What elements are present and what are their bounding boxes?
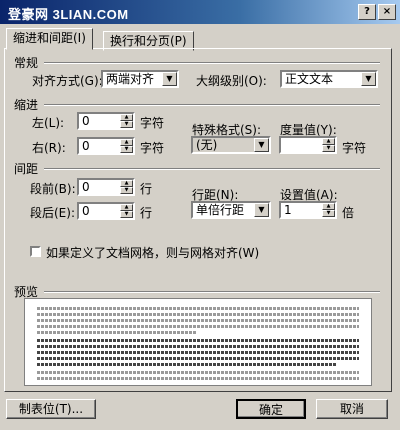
cancel-button[interactable]: 取消 <box>316 399 388 419</box>
chevron-down-icon[interactable]: ▼ <box>162 72 177 86</box>
help-button[interactable]: ? <box>358 4 376 20</box>
preview-previous-paragraph-line <box>37 331 197 334</box>
chevron-down-icon[interactable]: ▼ <box>254 138 269 152</box>
preview-previous-paragraph-line <box>37 325 359 328</box>
spacing-after-input[interactable]: 0 ▲ ▼ <box>77 202 135 220</box>
preview-next-paragraph-line <box>37 371 359 374</box>
line-spacing-select[interactable]: 单倍行距 ▼ <box>191 201 271 219</box>
general-heading: 常规 <box>14 56 39 70</box>
preview-current-paragraph-line <box>37 363 337 366</box>
spacing-at-unit: 倍 <box>342 206 355 220</box>
spacing-before-label: 段前(B): <box>30 182 76 196</box>
spacing-after-spinner[interactable]: ▲ ▼ <box>120 204 133 218</box>
indent-left-spinner[interactable]: ▲ ▼ <box>120 114 133 128</box>
indent-left-value: 0 <box>82 114 90 128</box>
indent-right-unit: 字符 <box>140 141 165 155</box>
spacing-after-label: 段后(E): <box>30 206 75 220</box>
outline-level-value: 正文文本 <box>285 72 334 86</box>
spacing-before-input[interactable]: 0 ▲ ▼ <box>77 178 135 196</box>
alignment-label: 对齐方式(G): <box>32 74 103 88</box>
preview-previous-paragraph-line <box>37 313 359 316</box>
indent-by-input[interactable]: ▲ ▼ <box>279 136 337 154</box>
preview-previous-paragraph-line <box>37 319 359 322</box>
preview-divider <box>44 291 380 293</box>
indent-heading: 缩进 <box>14 98 39 112</box>
indent-left-label: 左(L): <box>32 116 65 130</box>
preview-current-paragraph-line <box>37 351 359 354</box>
chevron-down-icon[interactable]: ▼ <box>254 203 269 217</box>
spacing-divider <box>44 168 380 170</box>
spacing-after-value: 0 <box>82 204 90 218</box>
snap-to-grid-label[interactable]: 如果定义了文档网格，则与网格对齐(W) <box>46 244 259 261</box>
alignment-value: 两端对齐 <box>106 72 155 86</box>
indent-by-unit: 字符 <box>342 141 367 155</box>
spacing-before-value: 0 <box>82 180 90 194</box>
spacing-before-unit: 行 <box>140 182 153 196</box>
snap-to-grid-checkbox[interactable] <box>30 246 41 257</box>
general-divider <box>44 62 380 64</box>
indent-left-unit: 字符 <box>140 116 165 130</box>
spacing-heading: 间距 <box>14 162 39 176</box>
preview-previous-paragraph-line <box>37 307 359 310</box>
spacing-after-unit: 行 <box>140 206 153 220</box>
line-spacing-value: 单倍行距 <box>196 203 245 217</box>
indent-right-value: 0 <box>82 139 90 153</box>
indent-right-input[interactable]: 0 ▲ ▼ <box>77 137 135 155</box>
preview-pane <box>24 298 372 386</box>
chevron-down-icon[interactable]: ▼ <box>361 72 376 86</box>
preview-current-paragraph-line <box>37 339 359 342</box>
ok-button[interactable]: 确定 <box>236 399 306 419</box>
outline-level-label: 大纲级别(O): <box>196 74 267 88</box>
preview-current-paragraph-line <box>37 357 359 360</box>
indent-left-input[interactable]: 0 ▲ ▼ <box>77 112 135 130</box>
tab-indents-spacing[interactable]: 缩进和间距(I) <box>6 28 93 50</box>
preview-current-paragraph-line <box>37 345 359 348</box>
indent-by-spinner[interactable]: ▲ ▼ <box>322 138 335 152</box>
indent-right-label: 右(R): <box>32 141 66 155</box>
spacing-before-spinner[interactable]: ▲ ▼ <box>120 180 133 194</box>
spacing-at-value: 1 <box>284 203 292 217</box>
special-format-select[interactable]: (无) ▼ <box>191 136 271 154</box>
title-bar: 登豪网 3LIAN.COM ? × <box>0 0 400 24</box>
spacing-at-spinner[interactable]: ▲ ▼ <box>322 203 335 217</box>
alignment-select[interactable]: 两端对齐 ▼ <box>101 70 179 88</box>
window-title: 登豪网 3LIAN.COM <box>8 7 129 22</box>
indent-right-spinner[interactable]: ▲ ▼ <box>120 139 133 153</box>
tabs-button[interactable]: 制表位(T)... <box>6 399 96 419</box>
spacing-at-input[interactable]: 1 ▲ ▼ <box>279 201 337 219</box>
indent-divider <box>44 104 380 106</box>
preview-next-paragraph-line <box>37 377 359 380</box>
special-format-value: (无) <box>196 138 218 152</box>
outline-level-select[interactable]: 正文文本 ▼ <box>280 70 378 88</box>
close-button[interactable]: × <box>378 4 396 20</box>
